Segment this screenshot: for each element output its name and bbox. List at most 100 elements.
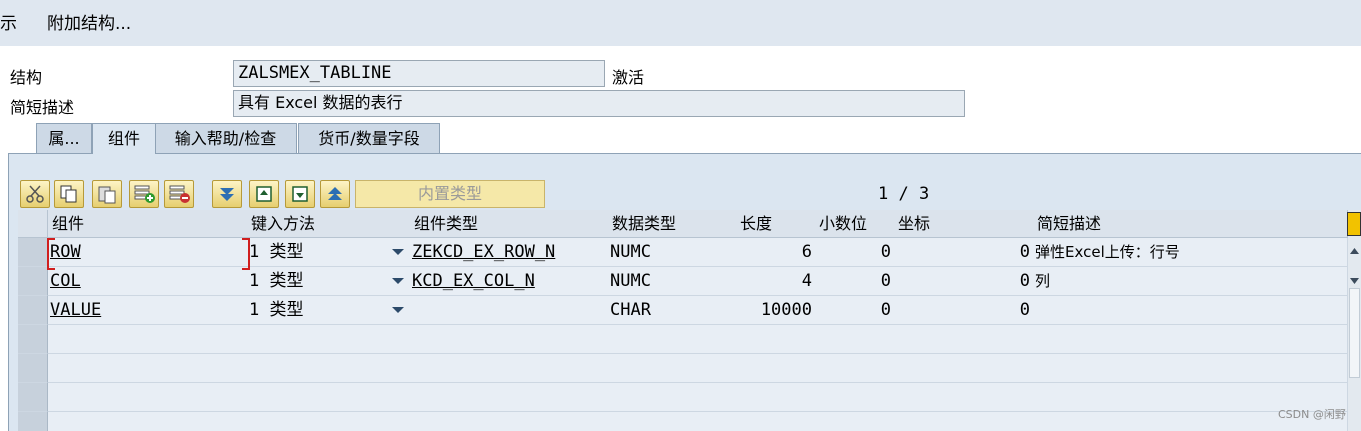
row-selector[interactable] (18, 412, 48, 431)
column-header-typing-method[interactable]: 键入方法 (247, 210, 411, 238)
delete-row-icon (169, 185, 190, 203)
component-type-cell[interactable] (410, 354, 609, 383)
component-cell[interactable]: ROW (48, 238, 248, 267)
copy-button[interactable] (54, 180, 84, 208)
components-table: 组件 键入方法 组件类型 数据类型 长度 小数位 坐标 简短描述 ROW 1 类… (18, 210, 1348, 431)
tab-components[interactable]: 组件 (92, 123, 156, 154)
row-selector[interactable] (18, 267, 48, 296)
row-selector[interactable] (18, 296, 48, 325)
column-header-length[interactable]: 长度 (736, 210, 816, 238)
coordinate-cell[interactable]: 0 (894, 238, 1034, 267)
decimals-cell[interactable] (815, 383, 895, 412)
vertical-scrollbar[interactable] (1348, 210, 1361, 431)
component-cell[interactable]: COL (48, 267, 248, 296)
scroll-thumb[interactable] (1349, 288, 1360, 378)
data-type-cell[interactable]: NUMC (608, 238, 737, 267)
menu-item-display[interactable]: 示 (0, 9, 17, 34)
cut-button[interactable] (20, 180, 50, 208)
row-selector[interactable] (18, 354, 48, 383)
component-cell[interactable] (48, 412, 248, 431)
coordinate-cell[interactable] (894, 354, 1034, 383)
next-page-icon (292, 186, 308, 202)
typing-method-select[interactable]: 1 类型 (247, 267, 411, 296)
decimals-cell[interactable] (815, 354, 895, 383)
length-cell[interactable] (736, 383, 816, 412)
watermark: CSDN @闲野 (1278, 408, 1346, 421)
typing-method-cell[interactable] (247, 325, 411, 354)
description-field[interactable]: 具有 Excel 数据的表行 (233, 90, 965, 117)
row-selector[interactable] (18, 383, 48, 412)
column-header-short-description[interactable]: 简短描述 (1033, 210, 1348, 238)
length-cell[interactable] (736, 412, 816, 431)
length-cell[interactable]: 6 (736, 238, 816, 267)
component-cell[interactable] (48, 325, 248, 354)
insert-row-button[interactable] (129, 180, 159, 208)
builtin-type-button[interactable]: 内置类型 (355, 180, 545, 208)
component-type-cell[interactable] (410, 412, 609, 431)
length-cell[interactable] (736, 325, 816, 354)
column-header-component-type[interactable]: 组件类型 (410, 210, 609, 238)
component-cell[interactable] (48, 354, 248, 383)
coordinate-cell[interactable] (894, 383, 1034, 412)
component-cell[interactable]: VALUE (48, 296, 248, 325)
paste-button[interactable] (92, 180, 122, 208)
short-description-cell[interactable]: 弹性Excel上传：行号 (1033, 238, 1348, 267)
tab-attributes[interactable]: 属... (36, 123, 92, 153)
previous-page-icon (256, 186, 272, 202)
length-cell[interactable]: 10000 (736, 296, 816, 325)
row-selector[interactable] (18, 325, 48, 354)
next-page-button[interactable] (285, 180, 315, 208)
typing-method-cell[interactable] (247, 383, 411, 412)
data-type-cell[interactable]: CHAR (608, 296, 737, 325)
coordinate-cell[interactable]: 0 (894, 296, 1034, 325)
status-text: 激活 (612, 68, 645, 87)
data-type-cell[interactable] (608, 325, 737, 354)
coordinate-cell[interactable] (894, 325, 1034, 354)
short-description-cell[interactable] (1033, 354, 1348, 383)
previous-page-button[interactable] (249, 180, 279, 208)
component-type-cell[interactable] (410, 325, 609, 354)
data-type-cell[interactable]: NUMC (608, 267, 737, 296)
component-type-cell[interactable]: KCD_EX_COL_N (410, 267, 609, 296)
last-page-icon (328, 187, 342, 200)
tab-input-help-check[interactable]: 输入帮助/检查 (154, 123, 297, 153)
structure-name-field[interactable]: ZALSMEX_TABLINE (233, 60, 605, 87)
column-header-component[interactable]: 组件 (48, 210, 248, 238)
decimals-cell[interactable] (815, 412, 895, 431)
coordinate-cell[interactable]: 0 (894, 267, 1034, 296)
coordinate-cell[interactable] (894, 412, 1034, 431)
typing-method-select[interactable]: 1 类型 (247, 238, 411, 267)
length-cell[interactable] (736, 354, 816, 383)
length-cell[interactable]: 4 (736, 267, 816, 296)
typing-method-select[interactable]: 1 类型 (247, 296, 411, 325)
decimals-cell[interactable]: 0 (815, 267, 895, 296)
column-header-coordinate[interactable]: 坐标 (894, 210, 1034, 238)
structure-label: 结构 (10, 68, 43, 87)
decimals-cell[interactable]: 0 (815, 238, 895, 267)
decimals-cell[interactable]: 0 (815, 296, 895, 325)
table-row: COL 1 类型 KCD_EX_COL_N NUMC 4 0 0 列 (18, 267, 1348, 296)
short-description-cell[interactable] (1033, 325, 1348, 354)
first-page-button[interactable] (212, 180, 242, 208)
typing-method-cell[interactable] (247, 354, 411, 383)
component-cell[interactable] (48, 383, 248, 412)
column-header-data-type[interactable]: 数据类型 (608, 210, 737, 238)
column-settings-icon[interactable] (1347, 212, 1361, 236)
data-type-cell[interactable] (608, 412, 737, 431)
data-type-cell[interactable] (608, 354, 737, 383)
component-type-cell[interactable]: ZEKCD_EX_ROW_N (410, 238, 609, 267)
typing-method-cell[interactable] (247, 412, 411, 431)
short-description-cell[interactable]: 列 (1033, 267, 1348, 296)
last-page-button[interactable] (320, 180, 350, 208)
column-header-decimals[interactable]: 小数位 (815, 210, 895, 238)
component-type-cell[interactable] (410, 296, 609, 325)
tab-currency-quantity[interactable]: 货币/数量字段 (298, 123, 440, 153)
decimals-cell[interactable] (815, 325, 895, 354)
short-description-cell[interactable] (1033, 296, 1348, 325)
row-selector[interactable] (18, 238, 48, 267)
component-type-cell[interactable] (410, 383, 609, 412)
select-all-cell[interactable] (18, 210, 48, 238)
data-type-cell[interactable] (608, 383, 737, 412)
delete-row-button[interactable] (164, 180, 194, 208)
menu-item-append-structure[interactable]: 附加结构... (47, 9, 131, 34)
